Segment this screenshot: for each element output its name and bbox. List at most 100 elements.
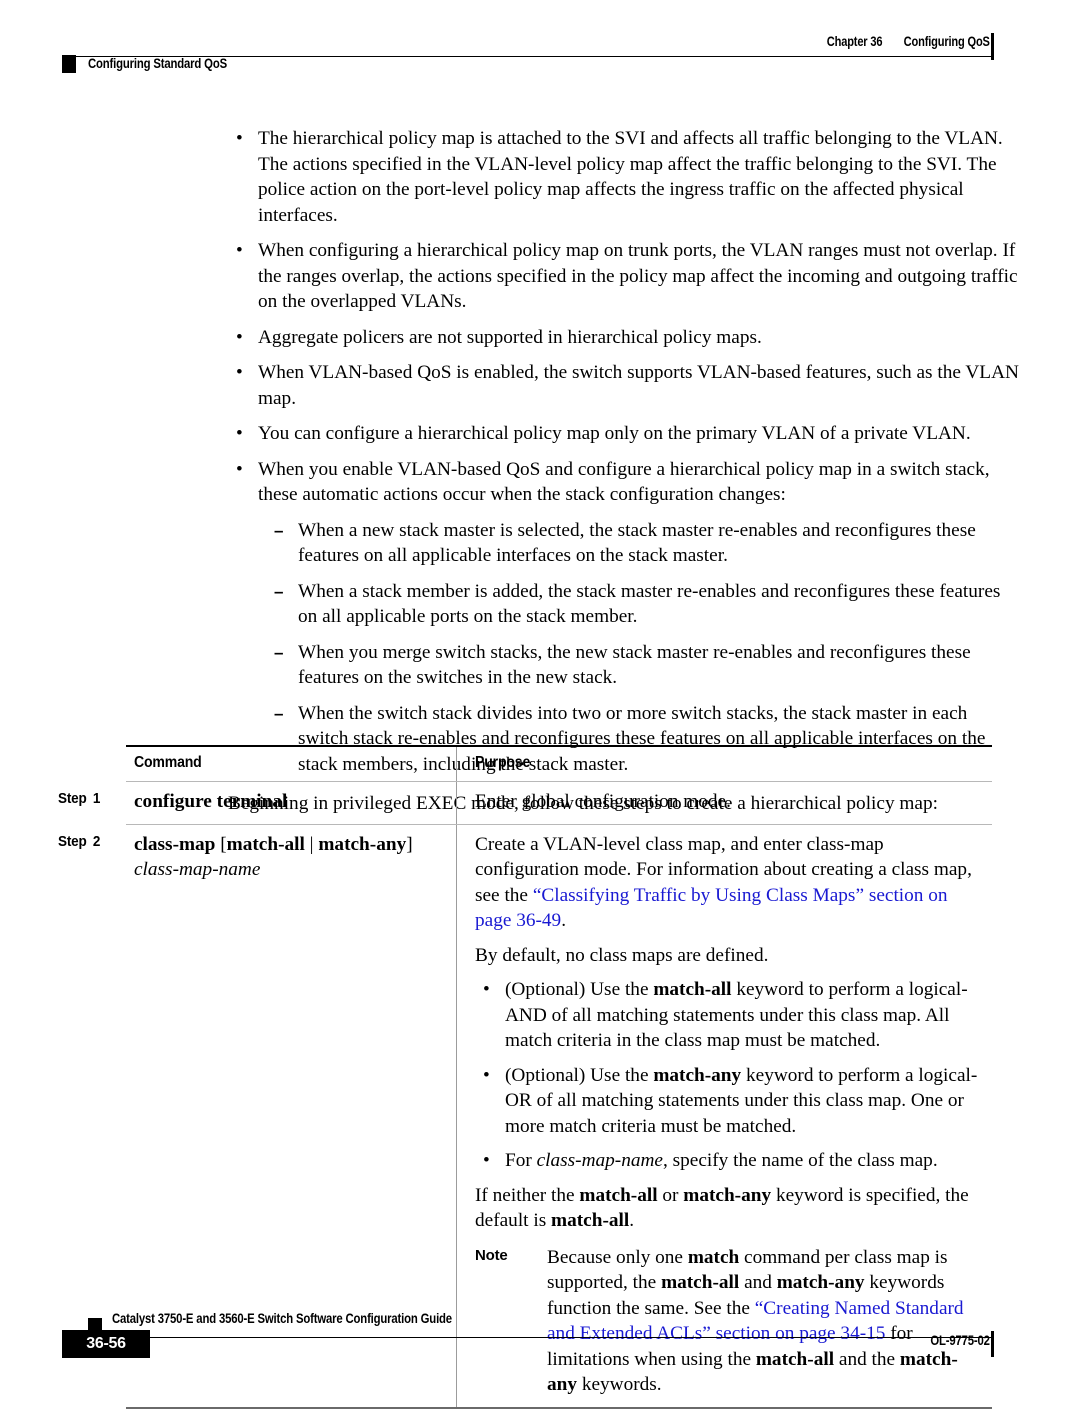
- purpose-paragraph-3: If neither the match-all or match-any ke…: [475, 1183, 986, 1234]
- purpose-bullet-text-a: For: [505, 1150, 537, 1171]
- step-number: 1: [92, 790, 101, 807]
- bullet-icon: •: [483, 1064, 490, 1086]
- keyword-match-all: match-all: [661, 1272, 740, 1293]
- sub-list-item: – When you merge switch stacks, the new …: [268, 640, 1020, 691]
- keyword-match-any: match-any: [653, 1064, 742, 1086]
- main-content: • The hierarchical policy map is attache…: [0, 126, 1080, 817]
- table-cell-command: configure terminal: [126, 782, 456, 824]
- footer-edge-tick-icon: [991, 1331, 994, 1357]
- bullet-icon: •: [236, 326, 243, 348]
- page-header: Chapter 36 Configuring QoS Configuring St…: [0, 0, 1080, 90]
- step-label-1: Step 1: [58, 790, 100, 807]
- keyword-match: match: [687, 1246, 740, 1268]
- note-text-c: and: [739, 1272, 777, 1293]
- command-text: configure terminal: [134, 791, 288, 812]
- step-word: Step: [58, 832, 87, 850]
- bullet-icon: •: [236, 423, 243, 444]
- footer-document-title: Catalyst 3750-E and 3560-E Switch Softwa…: [112, 1311, 452, 1326]
- purpose-text-b: or: [657, 1184, 684, 1206]
- command-option-match-all: match-all: [226, 833, 305, 855]
- bullet-icon: •: [236, 128, 243, 149]
- purpose-list-item: • (Optional) Use the match-any keyword to…: [475, 1063, 986, 1140]
- keyword-match-any: match-any: [776, 1272, 865, 1293]
- keyword-match-all-default: match-all: [551, 1210, 630, 1231]
- bullet-icon: •: [236, 240, 243, 261]
- purpose-paragraph-2: By default, no class maps are defined.: [475, 944, 769, 966]
- note-text-f: and the: [834, 1348, 900, 1370]
- dash-icon: –: [274, 581, 284, 601]
- list-item: • When VLAN-based QoS is enabled, the sw…: [228, 360, 1020, 411]
- dash-icon: –: [274, 642, 284, 662]
- sub-list-item: – When a new stack master is selected, t…: [268, 518, 1020, 569]
- bullet-icon: •: [236, 362, 243, 383]
- page-number-box: 36-56: [62, 1330, 150, 1358]
- sub-list-item-text: When a stack member is added, the stack …: [298, 580, 1001, 628]
- argument-class-map-name: class-map-name: [536, 1150, 663, 1171]
- page-number: 36-56: [86, 1335, 126, 1352]
- bullet-icon: •: [236, 458, 243, 480]
- list-item-text: When VLAN-based QoS is enabled, the swit…: [258, 362, 1019, 409]
- table-header-cell-purpose: Purpose: [457, 747, 992, 781]
- table-row: Step 1 configure terminal Enter global co…: [58, 782, 992, 824]
- dash-icon: –: [274, 703, 284, 723]
- list-item-text: Aggregate policers are not supported in …: [258, 326, 762, 348]
- note-text-a: Because only one: [547, 1246, 688, 1268]
- footer-rule: [88, 1337, 992, 1338]
- command-argument: class-map-name: [134, 858, 261, 880]
- note-text-g: keywords.: [577, 1374, 662, 1395]
- table-header-row: Command Purpose: [126, 747, 992, 781]
- list-item: • You can configure a hierarchical polic…: [228, 421, 1020, 447]
- list-item: • When you enable VLAN-based QoS and con…: [228, 457, 1020, 508]
- list-item-text: The hierarchical policy map is attached …: [258, 128, 1003, 226]
- header-chapter-title: Configuring QoS: [903, 34, 990, 49]
- table-header-cell-command: Command: [126, 747, 456, 781]
- header-chapter-info: Chapter 36 Configuring QoS: [827, 34, 990, 49]
- note-block: Note Because only one match command per …: [475, 1245, 986, 1398]
- purpose-text-b: .: [561, 910, 567, 931]
- command-syntax: class-map [match-all | match-any]: [134, 832, 442, 857]
- purpose-list-item: • (Optional) Use the match-all keyword to…: [475, 977, 986, 1054]
- list-item-text: When configuring a hierarchical policy m…: [258, 240, 1018, 312]
- purpose-text-d: .: [629, 1210, 635, 1231]
- command-steps-table: Command Purpose Step 1 configure terminal…: [58, 745, 992, 1409]
- purpose-text: Enter global configuration mode.: [475, 791, 731, 812]
- step-number: 2: [92, 832, 101, 850]
- purpose-bullet-text-a: (Optional) Use the: [505, 979, 654, 1000]
- note-text: Because only one match command per class…: [547, 1245, 986, 1398]
- command-bracket-close: ]: [406, 833, 413, 855]
- table-bottom-rule: [126, 1406, 992, 1409]
- sub-list-item-text: When you merge switch stacks, the new st…: [298, 641, 971, 689]
- step-label-2: Step 2: [58, 833, 100, 850]
- purpose-text-a: If neither the: [475, 1184, 580, 1206]
- purpose-list-item: • For class-map-name, specify the name of…: [475, 1148, 986, 1174]
- list-item-text: When you enable VLAN-based QoS and confi…: [258, 458, 990, 506]
- table-cell-purpose: Enter global configuration mode.: [457, 782, 992, 824]
- dash-icon: –: [274, 520, 284, 540]
- link-classifying-traffic[interactable]: “Classifying Traffic by Using Class Maps…: [475, 885, 948, 932]
- bullet-icon: •: [483, 979, 490, 1000]
- command-keyword: class-map: [134, 833, 216, 855]
- bullet-icon: •: [483, 1150, 490, 1171]
- table-cell-purpose: Create a VLAN-level class map, and enter…: [457, 825, 992, 1407]
- command-pipe: |: [304, 833, 319, 855]
- sub-list-item-text: When a new stack master is selected, the…: [298, 519, 976, 567]
- header-chapter-number: Chapter 36: [827, 34, 883, 49]
- sub-list-item: – When a stack member is added, the stac…: [268, 579, 1020, 630]
- list-item: • The hierarchical policy map is attache…: [228, 126, 1020, 228]
- header-section-title: Configuring Standard QoS: [88, 56, 227, 71]
- keyword-match-all: match-all: [653, 979, 732, 1000]
- list-item: • Aggregate policers are not supported i…: [228, 325, 1020, 351]
- footer-document-number: OL-9775-02: [930, 1333, 991, 1348]
- purpose-bullet-text-a: (Optional) Use the: [505, 1064, 654, 1086]
- column-header-command-label: Command: [134, 754, 202, 771]
- keyword-match-any: match-any: [683, 1184, 772, 1206]
- header-square-bullet-icon: [62, 55, 76, 73]
- list-item: • When configuring a hierarchical policy…: [228, 238, 1020, 315]
- command-option-match-any: match-any: [318, 833, 407, 855]
- note-label: Note: [475, 1246, 508, 1264]
- list-item-text: You can configure a hierarchical policy …: [258, 423, 971, 444]
- step-word: Step: [58, 790, 87, 807]
- purpose-bullet-text-b: , specify the name of the class map.: [662, 1150, 938, 1171]
- keyword-match-all: match-all: [579, 1184, 658, 1206]
- command-bracket-open: [: [215, 833, 227, 855]
